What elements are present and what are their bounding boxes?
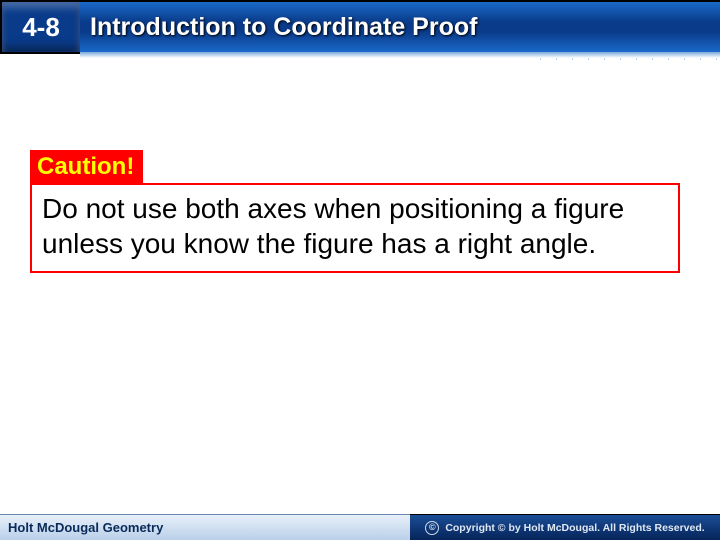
- lesson-title-bar: Introduction to Coordinate Proof: [80, 0, 720, 54]
- footer-copyright-text: Copyright © by Holt McDougal. All Rights…: [445, 522, 704, 534]
- caution-body-text: Do not use both axes when positioning a …: [42, 191, 668, 261]
- lesson-number-badge: 4-8: [0, 0, 80, 54]
- slide-header: 4-8 Introduction to Coordinate Proof: [0, 0, 720, 54]
- caution-tag: Caution!: [30, 150, 143, 184]
- lesson-title: Introduction to Coordinate Proof: [90, 13, 477, 42]
- caution-box: Do not use both axes when positioning a …: [30, 183, 680, 273]
- footer-book-title: Holt McDougal Geometry: [0, 514, 410, 540]
- slide-content: Caution! Do not use both axes when posit…: [30, 150, 680, 273]
- footer-copyright: © Copyright © by Holt McDougal. All Righ…: [410, 514, 720, 540]
- slide-footer: Holt McDougal Geometry © Copyright © by …: [0, 514, 720, 540]
- copyright-icon: ©: [425, 521, 439, 535]
